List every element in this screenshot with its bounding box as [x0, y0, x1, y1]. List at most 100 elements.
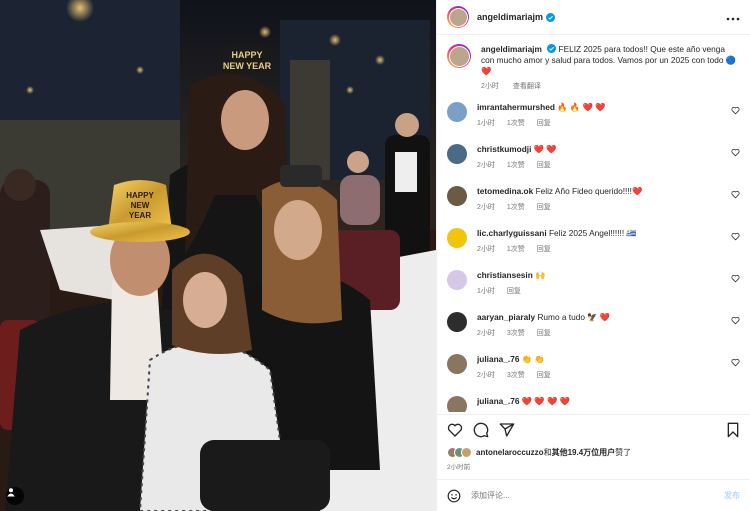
- comment-time[interactable]: 2小时: [477, 204, 495, 211]
- commenter-username[interactable]: christiansesin: [477, 270, 533, 280]
- comment-text: 👏 👏: [521, 354, 545, 364]
- heart-icon[interactable]: [731, 148, 740, 157]
- post-side-panel: angeldimariajm angeldimariajm FELIZ 2025…: [436, 0, 750, 511]
- reply-button[interactable]: 回复: [537, 330, 551, 337]
- commenter-avatar[interactable]: [447, 186, 467, 206]
- heart-icon[interactable]: [731, 358, 740, 367]
- commenter-avatar[interactable]: [447, 312, 467, 332]
- post-timestamp[interactable]: 2小时前: [447, 461, 740, 471]
- comment-likes[interactable]: 1次赞: [507, 120, 525, 127]
- comment-meta: 2小时 3次赞 回复: [477, 370, 724, 381]
- user-tag-button[interactable]: [6, 487, 24, 505]
- more-icon: [726, 17, 740, 21]
- more-options-button[interactable]: [726, 11, 740, 23]
- post-header: angeldimariajm: [437, 0, 750, 35]
- commenter-avatar[interactable]: [447, 102, 467, 122]
- commenter-avatar[interactable]: [447, 354, 467, 374]
- likes-others[interactable]: 其他19.4万位用户: [552, 448, 616, 457]
- comment-likes[interactable]: 1次赞: [507, 246, 525, 253]
- post-comment-button[interactable]: 发布: [724, 490, 740, 501]
- liker-username[interactable]: antonelaroccuzzo: [476, 448, 544, 457]
- heart-icon[interactable]: [731, 316, 740, 325]
- add-comment-bar: 发布: [437, 479, 750, 511]
- comment-body: juliana_.76 ❤️ ❤️ ❤️ ❤️: [477, 396, 740, 407]
- reply-button[interactable]: 回复: [537, 246, 551, 253]
- comment-icon[interactable]: [473, 422, 489, 438]
- user-tag-icon: [7, 488, 15, 497]
- verified-icon: [546, 12, 556, 22]
- comment-text: ❤️ ❤️ ❤️ ❤️: [521, 396, 570, 406]
- commenter-avatar[interactable]: [447, 396, 467, 412]
- comment-time[interactable]: 1小时: [477, 288, 495, 295]
- comment-text: 🙌: [535, 270, 546, 280]
- comment-item: juliana_.76 ❤️ ❤️ ❤️ ❤️: [447, 392, 740, 412]
- heart-icon[interactable]: [731, 274, 740, 283]
- comment-text: Rumo a tudo 🦅 ❤️: [537, 312, 611, 322]
- commenter-username[interactable]: tetomedina.ok: [477, 186, 533, 196]
- heart-icon[interactable]: [731, 190, 740, 199]
- comment-text: Feliz Año Fideo querido!!!!❤️: [535, 186, 643, 196]
- comment-item: christiansesin 🙌 1小时 回复: [447, 266, 740, 308]
- comment-item: imrantahermurshed 🔥 🔥 ❤️ ❤️ 1小时 1次赞 回复: [447, 98, 740, 140]
- comment-time[interactable]: 2小时: [477, 372, 495, 379]
- comment-item: juliana_.76 👏 👏 2小时 3次赞 回复: [447, 350, 740, 392]
- svg-text:YEAR: YEAR: [129, 211, 151, 220]
- likes-text[interactable]: antonelaroccuzzo和其他19.4万位用户赞了: [476, 447, 631, 458]
- reply-button[interactable]: 回复: [537, 162, 551, 169]
- caption-time[interactable]: 2小时: [481, 83, 499, 90]
- liker-avatar[interactable]: [461, 447, 472, 458]
- comment-time[interactable]: 2小时: [477, 246, 495, 253]
- caption-body: angeldimariajm FELIZ 2025 para todos!! Q…: [481, 44, 740, 92]
- likes-suffix: 赞了: [615, 448, 632, 457]
- verified-icon: [547, 44, 557, 53]
- comment-meta: 1小时 回复: [477, 286, 724, 297]
- reply-button[interactable]: 回复: [507, 288, 521, 295]
- comment-meta: 2小时 1次赞 回复: [477, 160, 724, 171]
- caption-avatar[interactable]: [447, 44, 471, 68]
- commenter-username[interactable]: juliana_.76: [477, 396, 519, 406]
- comment-item: tetomedina.ok Feliz Año Fideo querido!!!…: [447, 182, 740, 224]
- heart-icon[interactable]: [731, 232, 740, 241]
- commenter-username[interactable]: lic.charlyguissani: [477, 228, 547, 238]
- comment-meta: 1小时 1次赞 回复: [477, 118, 724, 129]
- comment-likes[interactable]: 3次赞: [507, 330, 525, 337]
- svg-text:NEW YEAR: NEW YEAR: [223, 61, 272, 71]
- svg-text:HAPPY: HAPPY: [231, 50, 262, 60]
- reply-button[interactable]: 回复: [537, 120, 551, 127]
- comment-item: christkumodji ❤️ ❤️ 2小时 1次赞 回复: [447, 140, 740, 182]
- commenter-avatar[interactable]: [447, 144, 467, 164]
- likes-summary: antonelaroccuzzo和其他19.4万位用户赞了: [447, 447, 740, 458]
- see-translation-link[interactable]: 查看翻译: [513, 83, 541, 90]
- heart-icon[interactable]: [731, 106, 740, 115]
- comment-body: aaryan_piaraly Rumo a tudo 🦅 ❤️ 2小时 3次赞 …: [477, 312, 740, 339]
- author-username[interactable]: angeldimariajm: [477, 12, 543, 22]
- post-photo[interactable]: HAPPY NEW YEAR HAPPY NEW YEAR: [0, 0, 436, 511]
- comment-time[interactable]: 2小时: [477, 330, 495, 337]
- commenter-username[interactable]: imrantahermurshed: [477, 102, 555, 112]
- comment-likes[interactable]: 1次赞: [507, 204, 525, 211]
- comment-time[interactable]: 2小时: [477, 162, 495, 169]
- reply-button[interactable]: 回复: [537, 204, 551, 211]
- comment-input[interactable]: [471, 491, 724, 500]
- reply-button[interactable]: 回复: [537, 372, 551, 379]
- commenter-avatar[interactable]: [447, 270, 467, 290]
- share-icon[interactable]: [499, 422, 515, 438]
- comment-body: juliana_.76 👏 👏 2小时 3次赞 回复: [477, 354, 740, 381]
- comment-body: christiansesin 🙌 1小时 回复: [477, 270, 740, 297]
- commenter-avatar[interactable]: [447, 228, 467, 248]
- comment-meta: 2小时 1次赞 回复: [477, 244, 724, 255]
- comment-time[interactable]: 1小时: [477, 120, 495, 127]
- commenter-username[interactable]: christkumodji: [477, 144, 531, 154]
- heart-icon[interactable]: [447, 422, 463, 438]
- commenter-username[interactable]: aaryan_piaraly: [477, 312, 535, 322]
- author-avatar[interactable]: [447, 6, 469, 28]
- comment-body: christkumodji ❤️ ❤️ 2小时 1次赞 回复: [477, 144, 740, 171]
- commenter-username[interactable]: juliana_.76: [477, 354, 519, 364]
- emoji-icon[interactable]: [447, 489, 461, 503]
- comment-likes[interactable]: 3次赞: [507, 372, 525, 379]
- caption-username[interactable]: angeldimariajm: [481, 44, 542, 54]
- photo-illustration: HAPPY NEW YEAR HAPPY NEW YEAR: [0, 0, 436, 511]
- comments-list[interactable]: angeldimariajm FELIZ 2025 para todos!! Q…: [437, 36, 750, 412]
- save-icon[interactable]: [726, 422, 740, 438]
- comment-likes[interactable]: 1次赞: [507, 162, 525, 169]
